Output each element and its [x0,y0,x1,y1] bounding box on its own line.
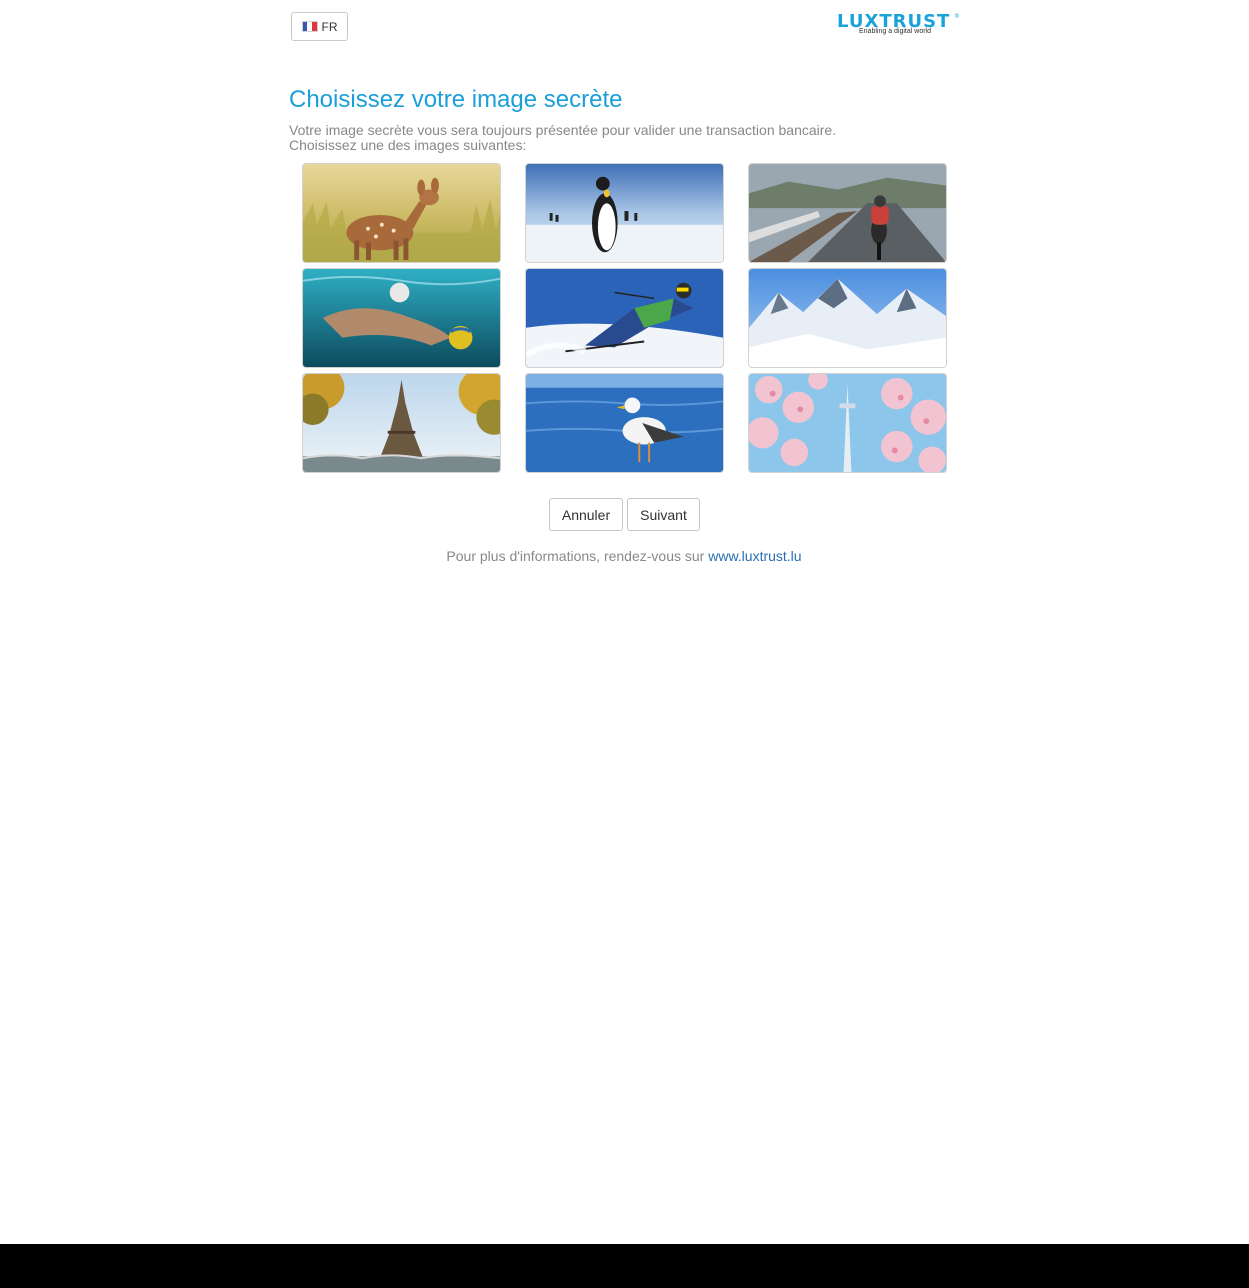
luxtrust-logo: LUXTRUST ® Enabling a digital world [837,12,959,38]
description-line-2: Choisissez une des images suivantes: [289,137,527,153]
image-option-cyclist[interactable] [748,163,947,263]
image-option-mountains[interactable] [748,268,947,368]
eiffel-tower-image [303,374,500,472]
footer-info: Pour plus d'informations, rendez-vous su… [289,548,959,564]
logo-tagline: Enabling a digital world [859,28,931,35]
language-selector-button[interactable]: FR [291,12,348,41]
luxtrust-website-link[interactable]: www.luxtrust.lu [708,548,801,564]
image-grid [302,163,948,473]
page-description: Votre image secrète vous sera toujours p… [289,123,836,153]
mountains-image [749,269,946,367]
seagull-image [526,374,723,472]
penguin-image [526,164,723,262]
image-option-cherry-blossom[interactable] [748,373,947,473]
taskbar [0,1244,1249,1288]
page-container: FR LUXTRUST ® Enabling a digital world C… [289,0,959,1244]
swimmer-image [303,269,500,367]
image-option-swimmer[interactable] [302,268,501,368]
footer-text: Pour plus d'informations, rendez-vous su… [446,548,709,564]
cyclist-image [749,164,946,262]
image-option-eiffel-tower[interactable] [302,373,501,473]
logo-registered-mark: ® [954,14,959,20]
cancel-button[interactable]: Annuler [549,498,623,531]
image-option-fawn[interactable] [302,163,501,263]
cherry-blossom-image [749,374,946,472]
image-option-skier[interactable] [525,268,724,368]
image-option-penguin[interactable] [525,163,724,263]
description-line-1: Votre image secrète vous sera toujours p… [289,122,837,138]
image-option-seagull[interactable] [525,373,724,473]
fawn-image [303,164,500,262]
page-title: Choisissez votre image secrète [289,86,623,113]
france-flag-icon [301,21,318,32]
language-code: FR [321,19,338,34]
next-button[interactable]: Suivant [627,498,700,531]
skier-image [526,269,723,367]
